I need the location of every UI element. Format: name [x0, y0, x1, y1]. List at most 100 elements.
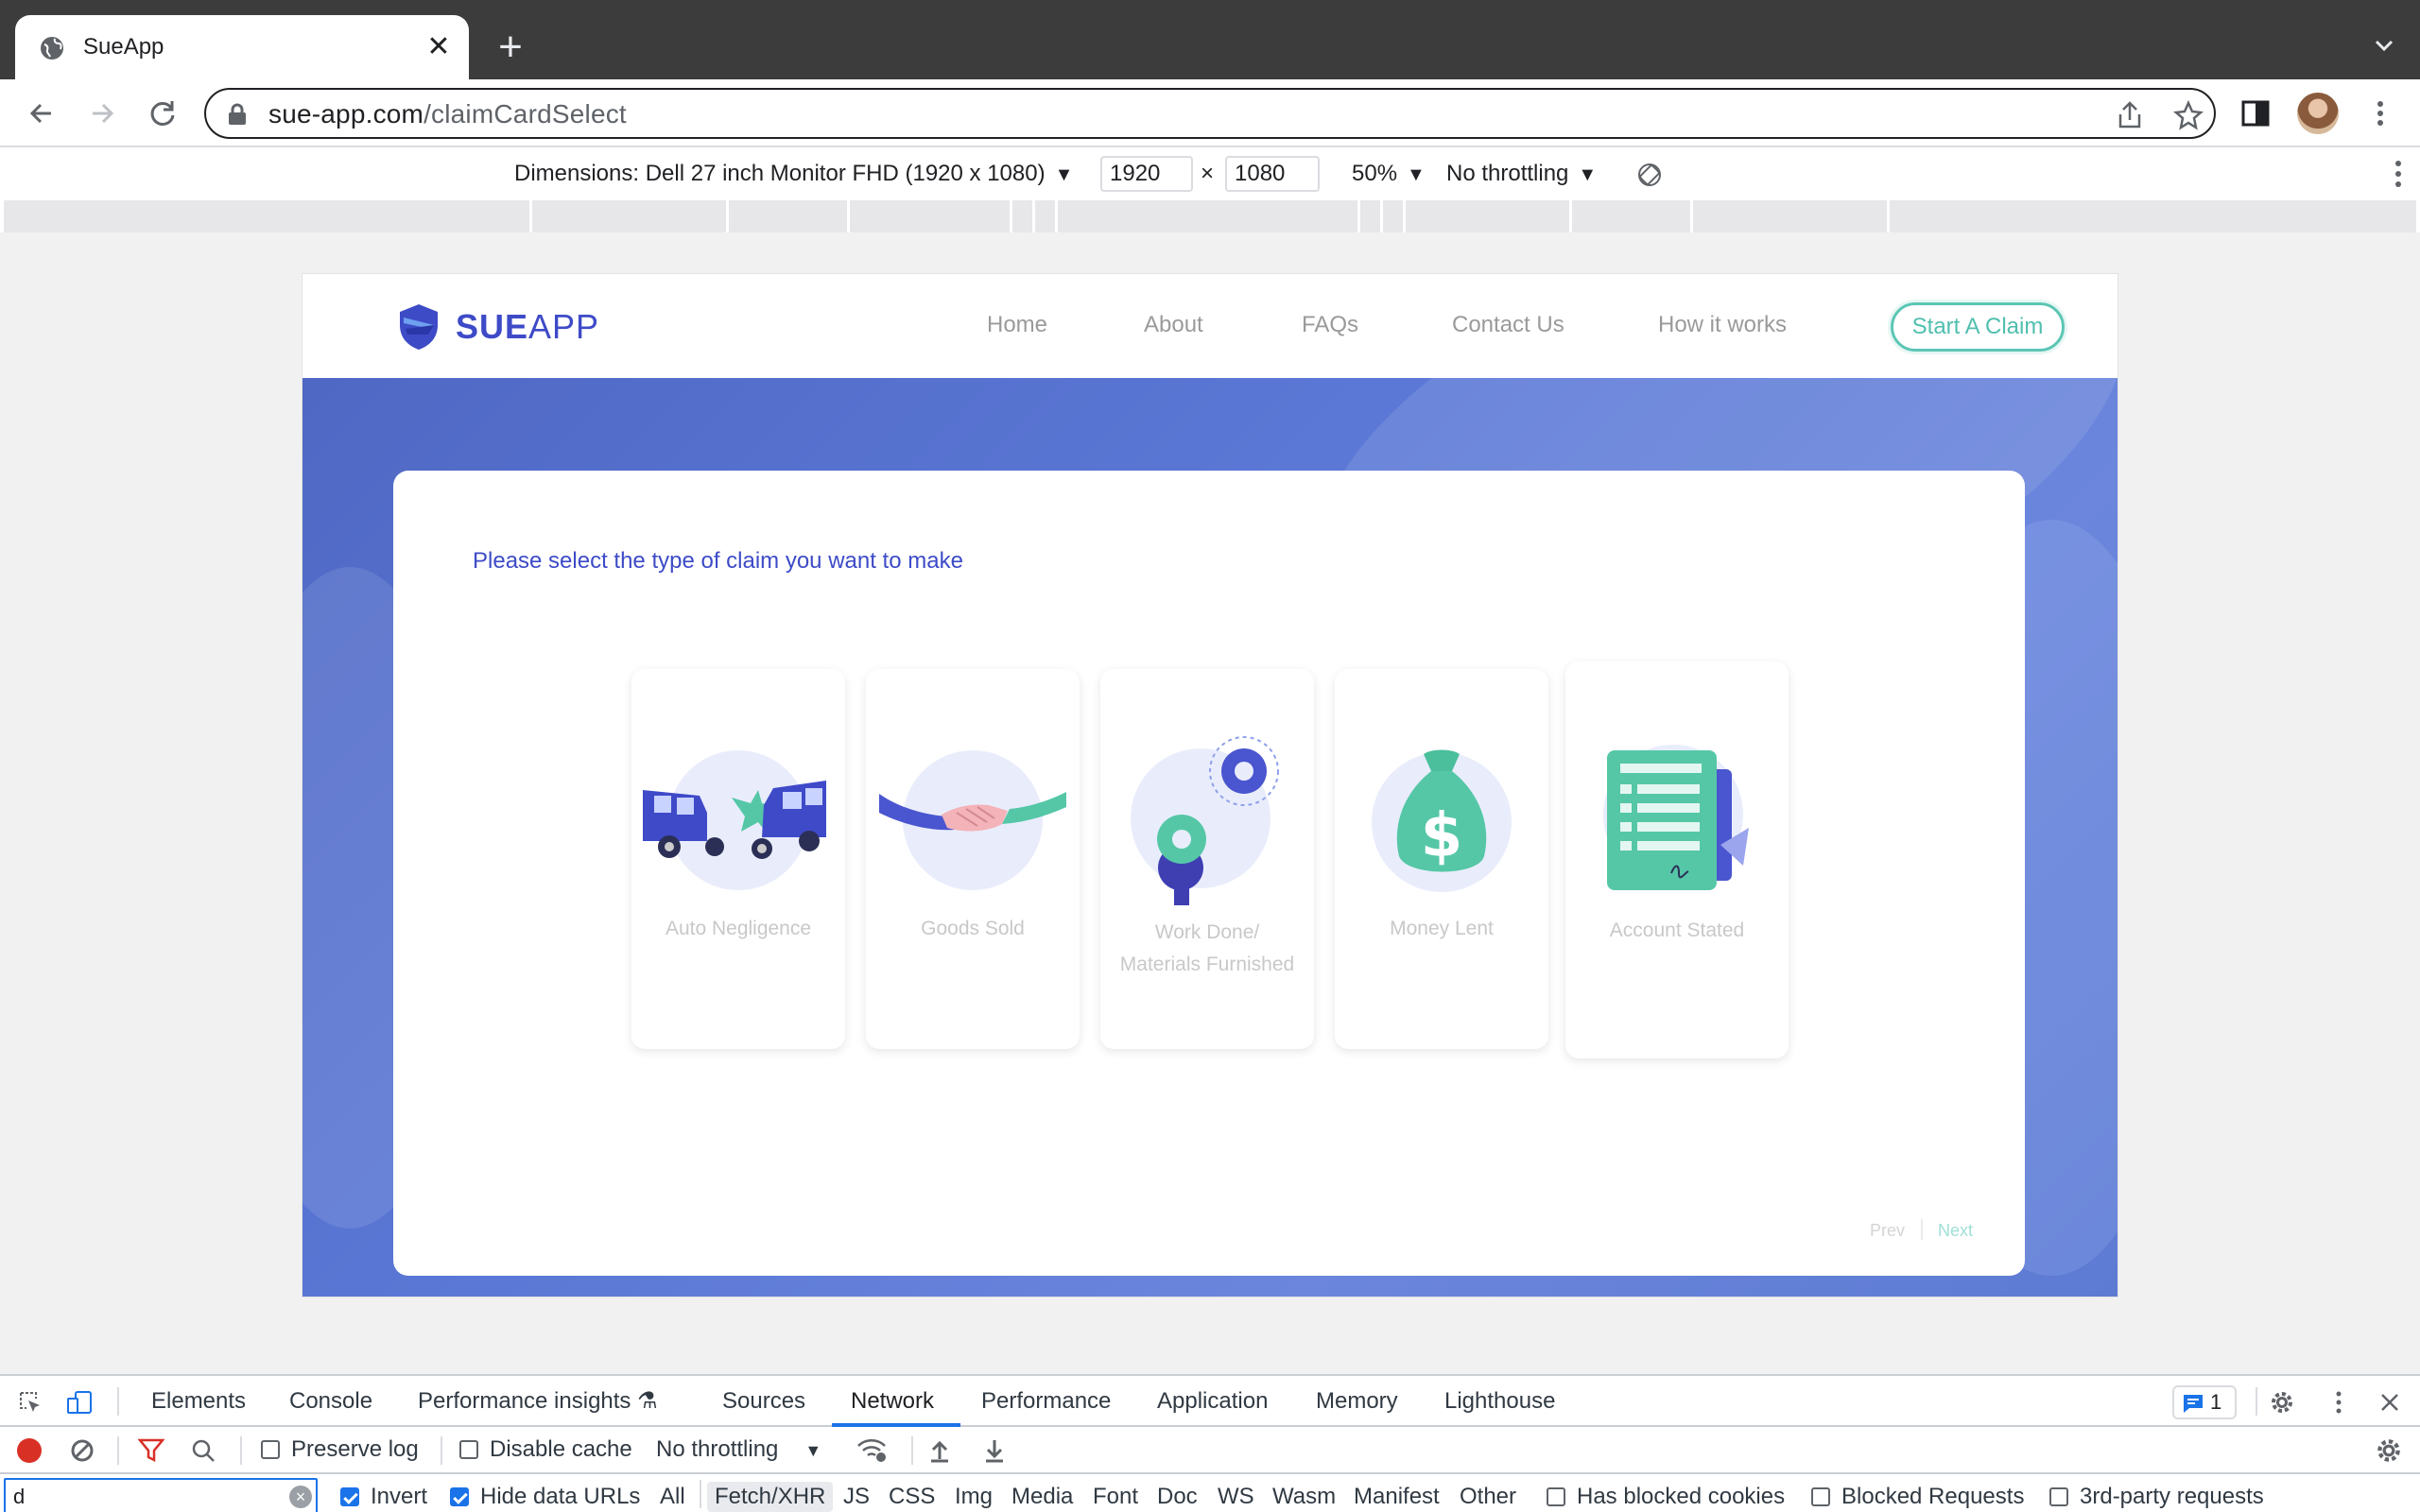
claim-card-account-stated[interactable]: Account Stated — [1565, 662, 1789, 1058]
filter-icon[interactable] — [138, 1438, 164, 1463]
nav-about[interactable]: About — [1144, 310, 1203, 340]
caret-down-icon: ▼ — [1407, 164, 1426, 185]
chevron-down-icon[interactable] — [2367, 28, 2401, 62]
blocked-requests-checkbox[interactable]: Blocked Requests — [1811, 1482, 2024, 1512]
ruler-divider — [1032, 200, 1035, 232]
nav-how-it-works[interactable]: How it works — [1658, 310, 1787, 340]
claim-card-work-done[interactable]: Work Done/ Materials Furnished — [1100, 669, 1314, 1049]
type-filter-font[interactable]: Font — [1093, 1482, 1138, 1512]
has-blocked-cookies-checkbox[interactable]: Has blocked cookies — [1547, 1482, 1785, 1512]
devtools-kebab-icon[interactable] — [2325, 1389, 2352, 1416]
type-filter-js[interactable]: JS — [843, 1482, 870, 1512]
throttling-select[interactable]: No throttling ▼ — [1446, 159, 1597, 190]
settings-gear-icon[interactable] — [2269, 1389, 2295, 1416]
type-filter-manifest[interactable]: Manifest — [1354, 1482, 1440, 1512]
network-settings-icon[interactable] — [2375, 1436, 2403, 1465]
issues-badge[interactable]: 1 — [2172, 1385, 2237, 1419]
height-input[interactable]: 1080 — [1225, 156, 1320, 192]
claim-card-goods-sold[interactable]: Goods Sold — [866, 669, 1080, 1049]
disable-cache-checkbox[interactable]: Disable cache — [459, 1435, 632, 1465]
device-toggle-icon[interactable] — [66, 1389, 93, 1416]
media-query-ruler[interactable] — [4, 200, 2416, 232]
network-conditions-icon[interactable] — [856, 1436, 889, 1465]
site-logo[interactable]: SUEAPP — [395, 302, 599, 352]
rotate-icon[interactable] — [1635, 161, 1664, 189]
tab-application[interactable]: Application — [1157, 1385, 1268, 1418]
import-har-icon[interactable] — [928, 1438, 951, 1463]
browser-tab[interactable]: SueApp ✕ — [15, 15, 469, 79]
width-input[interactable]: 1920 — [1100, 156, 1193, 192]
type-filter-css[interactable]: CSS — [889, 1482, 935, 1512]
record-button[interactable] — [17, 1438, 42, 1463]
claim-select-card: Please select the type of claim you want… — [393, 471, 2025, 1276]
prev-button[interactable]: Prev — [1870, 1219, 1905, 1242]
toolbar-divider — [117, 1387, 119, 1416]
device-kebab-icon[interactable] — [2394, 159, 2403, 189]
lock-icon[interactable] — [227, 103, 248, 126]
type-filter-media[interactable]: Media — [1011, 1482, 1073, 1512]
third-party-checkbox[interactable]: 3rd-party requests — [2049, 1482, 2264, 1512]
start-claim-button[interactable]: Start A Claim — [1891, 302, 2065, 352]
next-button[interactable]: Next — [1938, 1219, 1973, 1242]
inspect-element-icon[interactable] — [17, 1389, 43, 1416]
issues-count: 1 — [2210, 1390, 2222, 1414]
type-filter-other[interactable]: Other — [1460, 1482, 1516, 1512]
ruler-divider — [529, 200, 532, 232]
claim-label: Account Stated — [1609, 919, 1745, 941]
checkbox-box — [2049, 1487, 2068, 1506]
tab-performance[interactable]: Performance — [981, 1385, 1111, 1418]
type-filter-img[interactable]: Img — [955, 1482, 993, 1512]
svg-text:$: $ — [1421, 801, 1463, 871]
zoom-select[interactable]: 50% ▼ — [1352, 159, 1426, 190]
filter-input[interactable]: d × — [4, 1478, 318, 1512]
checkbox-box — [1547, 1487, 1565, 1506]
flask-icon: ⚗ — [637, 1388, 658, 1414]
ruler-divider — [847, 200, 850, 232]
tab-elements[interactable]: Elements — [151, 1385, 246, 1418]
star-bookmark-icon[interactable] — [2172, 99, 2204, 131]
zoom-value: 50% — [1352, 161, 1398, 186]
nav-contact-us[interactable]: Contact Us — [1452, 310, 1564, 340]
forward-arrow-icon[interactable] — [83, 94, 121, 132]
tab-sources[interactable]: Sources — [722, 1385, 805, 1418]
type-filter-wasm[interactable]: Wasm — [1272, 1482, 1336, 1512]
side-panel-icon[interactable] — [2237, 94, 2274, 132]
caret-down-icon: ▼ — [1578, 164, 1598, 185]
hero-section: Please select the type of claim you want… — [302, 378, 2118, 1297]
reload-icon[interactable] — [144, 94, 182, 132]
tab-performance-insights[interactable]: Performance insights ⚗ — [418, 1385, 658, 1418]
dimensions-select[interactable]: Dimensions: Dell 27 inch Monitor FHD (19… — [514, 159, 1073, 190]
tab-memory[interactable]: Memory — [1316, 1385, 1398, 1418]
claim-card-auto-negligence[interactable]: Auto Negligence — [631, 669, 845, 1049]
export-har-icon[interactable] — [983, 1438, 1006, 1463]
share-icon[interactable] — [2114, 99, 2146, 131]
close-tab-icon[interactable]: ✕ — [424, 32, 454, 62]
clear-icon[interactable] — [70, 1438, 95, 1463]
site-header: SUEAPP Home About FAQs Contact Us How it… — [302, 274, 2118, 378]
network-throttling-select[interactable]: No throttling ▼ — [656, 1435, 821, 1466]
hide-data-urls-checkbox[interactable]: Hide data URLs — [450, 1482, 640, 1512]
address-bar[interactable]: sue-app.com/claimCardSelect — [204, 88, 2216, 139]
claim-card-money-lent[interactable]: $ Money Lent — [1335, 669, 1548, 1049]
clear-filter-icon[interactable]: × — [289, 1486, 312, 1508]
nav-faqs[interactable]: FAQs — [1302, 310, 1358, 340]
kebab-menu-icon[interactable] — [2361, 94, 2399, 132]
tab-console[interactable]: Console — [289, 1385, 372, 1418]
url-host: sue-app.com — [268, 99, 424, 129]
invert-checkbox[interactable]: Invert — [340, 1482, 427, 1512]
type-filter-all[interactable]: All — [660, 1482, 685, 1512]
new-tab-button[interactable]: + — [490, 26, 531, 68]
back-arrow-icon[interactable] — [23, 94, 60, 132]
tab-network[interactable]: Network — [851, 1385, 934, 1418]
tab-lighthouse[interactable]: Lighthouse — [1444, 1385, 1555, 1418]
preserve-log-checkbox[interactable]: Preserve log — [261, 1435, 419, 1465]
has-blocked-cookies-label: Has blocked cookies — [1577, 1484, 1786, 1509]
profile-avatar[interactable] — [2297, 93, 2339, 134]
close-devtools-icon[interactable] — [2377, 1389, 2403, 1416]
type-filter-doc[interactable]: Doc — [1157, 1482, 1198, 1512]
type-filter-ws[interactable]: WS — [1218, 1482, 1254, 1512]
nav-home[interactable]: Home — [987, 310, 1047, 340]
type-filter-fetch-xhr[interactable]: Fetch/XHR — [707, 1482, 834, 1512]
browser-tab-strip: SueApp ✕ + — [0, 0, 2420, 79]
search-icon[interactable] — [191, 1438, 216, 1463]
